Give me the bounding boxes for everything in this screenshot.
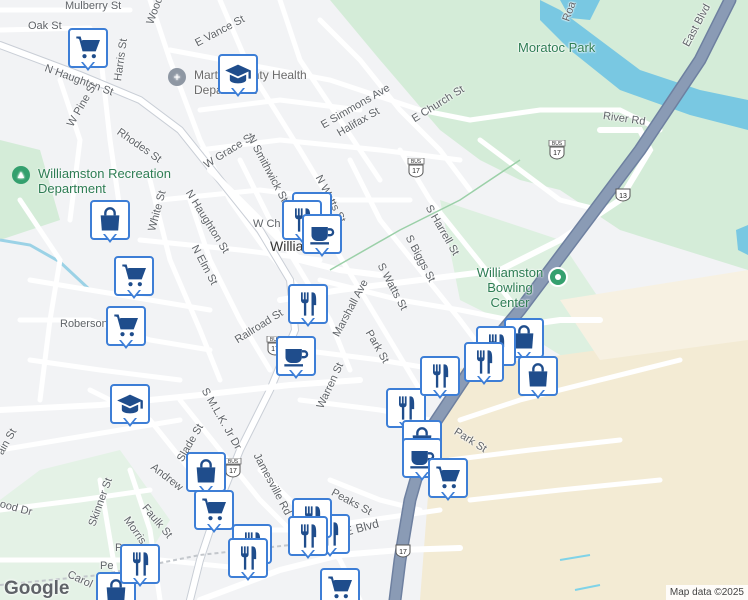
route-shield: 17 bbox=[394, 544, 412, 560]
shopping-cart-icon bbox=[112, 312, 140, 340]
restaurant-icon bbox=[294, 290, 322, 318]
medical-icon: + bbox=[168, 68, 186, 86]
map-pin-school[interactable] bbox=[218, 54, 258, 100]
shopping-cart-icon bbox=[326, 574, 354, 600]
map-pin-shopping-cart[interactable] bbox=[320, 568, 360, 600]
street-label: W Ch bbox=[253, 218, 281, 230]
map-pin-shopping-cart[interactable] bbox=[68, 28, 108, 74]
route-shield: BUS 17 bbox=[407, 157, 425, 178]
svg-text:BUS: BUS bbox=[552, 141, 563, 147]
svg-text:BUS: BUS bbox=[411, 159, 422, 165]
restaurant-icon bbox=[470, 348, 498, 376]
shopping-cart-icon bbox=[434, 464, 462, 492]
google-logo: Google bbox=[4, 578, 70, 599]
park-label: Moratoc Park bbox=[518, 40, 596, 55]
restaurant-icon bbox=[426, 362, 454, 390]
restaurant-icon bbox=[294, 522, 322, 550]
route-shield: BUS 17 bbox=[548, 139, 566, 160]
restaurant-icon bbox=[126, 550, 154, 578]
bowling-icon bbox=[548, 267, 568, 287]
map-pin-shopping-bag[interactable] bbox=[90, 200, 130, 246]
bowling-center-label[interactable]: Williamston Bowling Center bbox=[470, 265, 568, 310]
map-pin-shopping-cart[interactable] bbox=[114, 256, 154, 302]
map-pin-restaurant[interactable] bbox=[228, 538, 268, 584]
restaurant-icon bbox=[234, 544, 262, 572]
map-attribution[interactable]: Map data ©2025 bbox=[665, 585, 748, 600]
map-pin-restaurant[interactable] bbox=[464, 342, 504, 388]
route-shield: BUS 17 bbox=[224, 457, 242, 478]
map-pin-restaurant[interactable] bbox=[420, 356, 460, 402]
cafe-icon bbox=[282, 342, 310, 370]
svg-text:13: 13 bbox=[619, 193, 627, 200]
svg-text:17: 17 bbox=[412, 168, 420, 175]
cafe-icon bbox=[308, 220, 336, 248]
map-pin-shopping-cart[interactable] bbox=[428, 458, 468, 504]
shopping-bag-icon bbox=[96, 206, 124, 234]
shopping-cart-icon bbox=[120, 262, 148, 290]
recreation-department-label[interactable]: ▲ Williamston Recreation Department bbox=[12, 166, 171, 196]
map-pin-shopping-bag[interactable] bbox=[518, 356, 558, 402]
shopping-cart-icon bbox=[200, 496, 228, 524]
shopping-cart-icon bbox=[74, 34, 102, 62]
tree-icon: ▲ bbox=[12, 166, 30, 184]
svg-text:BUS: BUS bbox=[228, 459, 239, 465]
street-label: Oak St bbox=[28, 20, 62, 32]
street-label: Pe bbox=[100, 560, 114, 572]
svg-text:17: 17 bbox=[553, 150, 561, 157]
map-pin-restaurant[interactable] bbox=[288, 284, 328, 330]
health-department-label[interactable]: + Martin County Health Department bbox=[168, 68, 307, 97]
shopping-bag-icon bbox=[524, 362, 552, 390]
svg-text:17: 17 bbox=[229, 468, 237, 475]
map-pin-shopping-cart[interactable] bbox=[106, 306, 146, 352]
svg-text:17: 17 bbox=[399, 549, 407, 556]
map-pin-shopping-cart[interactable] bbox=[194, 490, 234, 536]
shopping-bag-icon bbox=[192, 458, 220, 486]
map-canvas[interactable]: Mulberry St Oak St Woodlawn E Vance St H… bbox=[0, 0, 748, 600]
school-icon bbox=[224, 60, 252, 88]
map-pin-cafe[interactable] bbox=[302, 214, 342, 260]
school-icon bbox=[116, 390, 144, 418]
map-pin-school[interactable] bbox=[110, 384, 150, 430]
map-pin-restaurant[interactable] bbox=[120, 544, 160, 590]
street-label: Roberson bbox=[60, 318, 108, 330]
street-label: Mulberry St bbox=[65, 0, 122, 12]
map-pin-cafe[interactable] bbox=[276, 336, 316, 382]
restaurant-icon bbox=[392, 394, 420, 422]
route-shield: 13 bbox=[614, 188, 632, 204]
map-pin-restaurant[interactable] bbox=[288, 516, 328, 562]
